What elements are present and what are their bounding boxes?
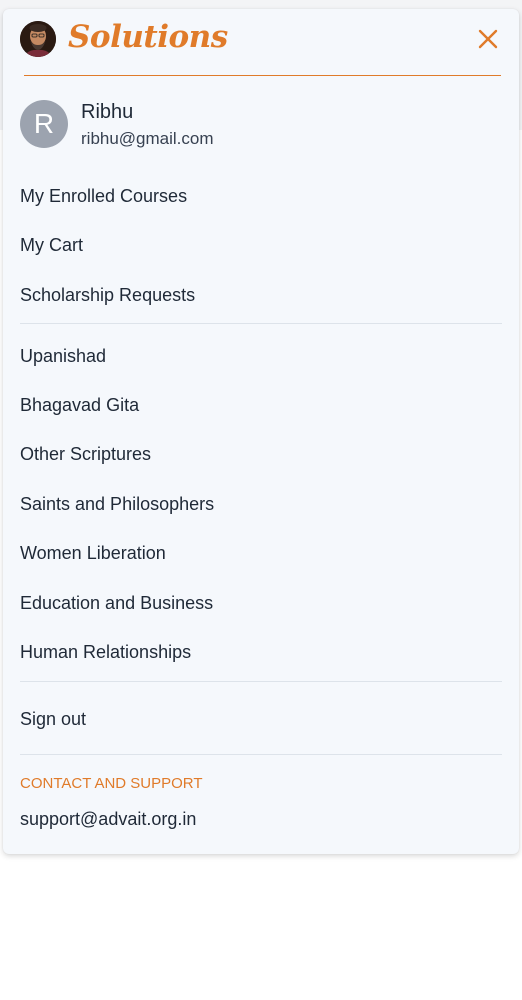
drawer-header: Solutions [20, 19, 502, 57]
user-profile: R Ribhu ribhu@gmail.com [20, 100, 500, 150]
menu-item-bhagavad-gita[interactable]: Bhagavad Gita [20, 394, 139, 416]
menu-item-upanishad[interactable]: Upanishad [20, 345, 106, 367]
section-divider [20, 754, 502, 755]
menu-item-saints-and-philosophers[interactable]: Saints and Philosophers [20, 493, 214, 515]
sign-out-button[interactable]: Sign out [20, 708, 86, 730]
menu-item-education-and-business[interactable]: Education and Business [20, 592, 213, 614]
logo-avatar[interactable] [20, 21, 56, 57]
menu-item-other-scriptures[interactable]: Other Scriptures [20, 443, 151, 465]
support-email-link[interactable]: support@advait.org.in [20, 808, 196, 830]
user-email: ribhu@gmail.com [81, 129, 214, 148]
close-icon [478, 29, 498, 49]
menu-item-human-relationships[interactable]: Human Relationships [20, 641, 191, 663]
brand-name[interactable]: Solutions [68, 19, 228, 55]
teacher-portrait-icon [20, 21, 56, 57]
section-divider [20, 681, 502, 682]
user-name: Ribhu [81, 101, 134, 123]
menu-item-my-enrolled-courses[interactable]: My Enrolled Courses [20, 185, 187, 207]
avatar: R [20, 100, 68, 148]
menu-item-scholarship-requests[interactable]: Scholarship Requests [20, 284, 195, 306]
contact-heading: CONTACT AND SUPPORT [20, 775, 203, 792]
menu-item-women-liberation[interactable]: Women Liberation [20, 542, 166, 564]
menu-item-my-cart[interactable]: My Cart [20, 234, 83, 256]
navigation-drawer: Solutions R Ribhu ribhu@gmail.com My Enr… [3, 9, 519, 854]
header-divider [24, 75, 501, 76]
close-button[interactable] [474, 25, 502, 53]
section-divider [20, 323, 502, 324]
